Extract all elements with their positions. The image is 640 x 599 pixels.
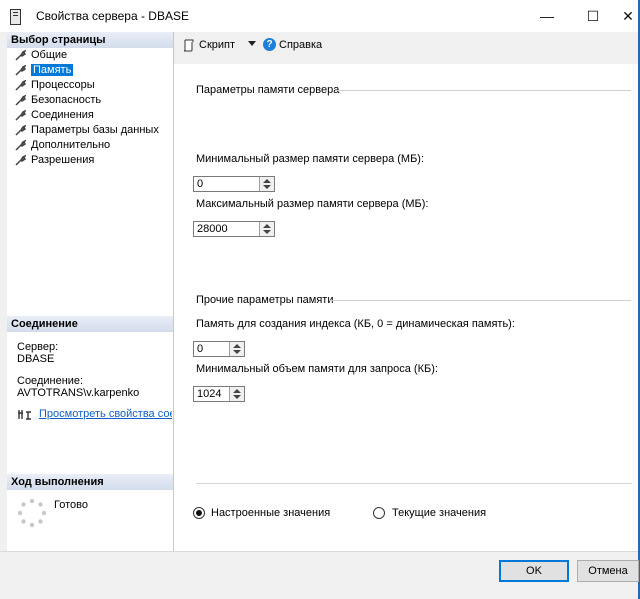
page-item-database-settings[interactable]: Параметры базы данных bbox=[15, 123, 159, 138]
query-memory-label: Минимальный объем памяти для запроса (КБ… bbox=[196, 363, 438, 375]
max-memory-spinbox[interactable]: 28000 bbox=[193, 221, 275, 237]
window-title: Свойства сервера - DBASE bbox=[36, 9, 189, 23]
wrench-icon bbox=[15, 65, 26, 76]
page-select-header: Выбор страницы bbox=[7, 32, 173, 48]
query-memory-spinbox[interactable]: 1024 bbox=[193, 386, 245, 402]
help-icon: ? bbox=[263, 38, 276, 51]
progress-header: Ход выполнения bbox=[7, 474, 173, 490]
min-memory-label: Минимальный размер памяти сервера (МБ): bbox=[196, 153, 425, 165]
page-item-label: Соединения bbox=[31, 109, 94, 121]
view-connection-properties-link[interactable]: Просмотреть свойства соед bbox=[39, 408, 172, 420]
left-pane: Выбор страницы Общие Память Процессоры Б… bbox=[7, 32, 174, 551]
wrench-icon bbox=[15, 110, 26, 121]
page-item-permissions[interactable]: Разрешения bbox=[15, 153, 94, 168]
connection-value: AVTOTRANS\v.karpenko bbox=[17, 387, 140, 399]
page-item-label: Безопасность bbox=[31, 94, 102, 106]
wrench-icon bbox=[15, 125, 26, 136]
dialog-footer: OK Отмена bbox=[0, 551, 639, 599]
max-memory-label: Максимальный размер памяти сервера (МБ): bbox=[196, 198, 429, 210]
page-item-security[interactable]: Безопасность bbox=[15, 93, 101, 108]
help-label: Справка bbox=[279, 39, 323, 51]
current-values-radio[interactable] bbox=[373, 507, 385, 519]
script-label: Скрипт bbox=[199, 39, 236, 51]
page-item-connections[interactable]: Соединения bbox=[15, 108, 94, 123]
max-memory-spin-buttons[interactable] bbox=[259, 222, 274, 236]
min-memory-spinbox[interactable]: 0 bbox=[193, 176, 275, 192]
script-button[interactable]: Скрипт bbox=[182, 39, 236, 52]
index-memory-value: 0 bbox=[197, 343, 204, 355]
index-memory-spin-buttons[interactable] bbox=[229, 342, 244, 356]
query-memory-spin-buttons[interactable] bbox=[229, 387, 244, 401]
toolbar: Скрипт ? Справка bbox=[174, 32, 638, 60]
connection-label: Соединение: bbox=[17, 375, 84, 387]
script-dropdown-icon[interactable] bbox=[248, 41, 256, 46]
wrench-icon bbox=[15, 80, 26, 91]
page-item-label: Процессоры bbox=[31, 79, 95, 91]
help-button[interactable]: ? Справка bbox=[263, 38, 323, 51]
ok-button[interactable]: OK bbox=[499, 560, 569, 582]
cancel-button[interactable]: Отмена bbox=[577, 560, 639, 582]
page-item-general[interactable]: Общие bbox=[15, 48, 67, 63]
page-item-label: Общие bbox=[31, 49, 68, 61]
connection-header: Соединение bbox=[7, 316, 173, 332]
progress-spinner-icon bbox=[17, 498, 47, 528]
wrench-icon bbox=[15, 155, 26, 166]
page-item-processors[interactable]: Процессоры bbox=[15, 78, 95, 93]
current-values-label: Текущие значения bbox=[392, 507, 487, 519]
query-memory-value: 1024 bbox=[197, 388, 222, 400]
page-item-label: Параметры базы данных bbox=[31, 124, 159, 136]
minimize-button[interactable]: — bbox=[524, 0, 570, 32]
group-divider bbox=[337, 90, 631, 91]
min-memory-spin-buttons[interactable] bbox=[259, 177, 274, 191]
wrench-icon bbox=[15, 140, 26, 151]
page-item-label: Дополнительно bbox=[31, 139, 111, 151]
wrench-icon bbox=[15, 95, 26, 106]
progress-status: Готово bbox=[54, 499, 88, 511]
min-memory-value: 0 bbox=[197, 178, 204, 190]
options-divider bbox=[196, 483, 632, 484]
memory-page-content: Параметры памяти сервера Минимальный раз… bbox=[174, 64, 638, 551]
configured-values-radio[interactable] bbox=[193, 507, 205, 519]
title-bar: Свойства сервера - DBASE — ☐ ✕ bbox=[0, 0, 638, 32]
script-icon bbox=[183, 39, 194, 52]
index-memory-label: Память для создания индекса (КБ, 0 = дин… bbox=[196, 318, 515, 330]
max-memory-value: 28000 bbox=[197, 223, 228, 235]
page-item-memory[interactable]: Память bbox=[15, 63, 74, 78]
maximize-button[interactable]: ☐ bbox=[570, 0, 616, 32]
page-item-label: Разрешения bbox=[31, 154, 95, 166]
close-button[interactable]: ✕ bbox=[616, 0, 640, 32]
server-properties-dialog: Свойства сервера - DBASE — ☐ ✕ Выбор стр… bbox=[0, 0, 640, 599]
server-memory-group-title: Параметры памяти сервера bbox=[196, 84, 340, 96]
connection-properties-icon bbox=[18, 410, 31, 420]
page-item-label: Память bbox=[31, 64, 74, 76]
server-label: Сервер: bbox=[17, 341, 59, 353]
configured-values-label: Настроенные значения bbox=[211, 507, 331, 519]
other-memory-group-title: Прочие параметры памяти bbox=[196, 294, 334, 306]
index-memory-spinbox[interactable]: 0 bbox=[193, 341, 245, 357]
server-value: DBASE bbox=[17, 353, 55, 365]
server-icon bbox=[10, 9, 21, 25]
wrench-icon bbox=[15, 50, 26, 61]
group-divider bbox=[330, 300, 631, 301]
page-item-advanced[interactable]: Дополнительно bbox=[15, 138, 110, 153]
